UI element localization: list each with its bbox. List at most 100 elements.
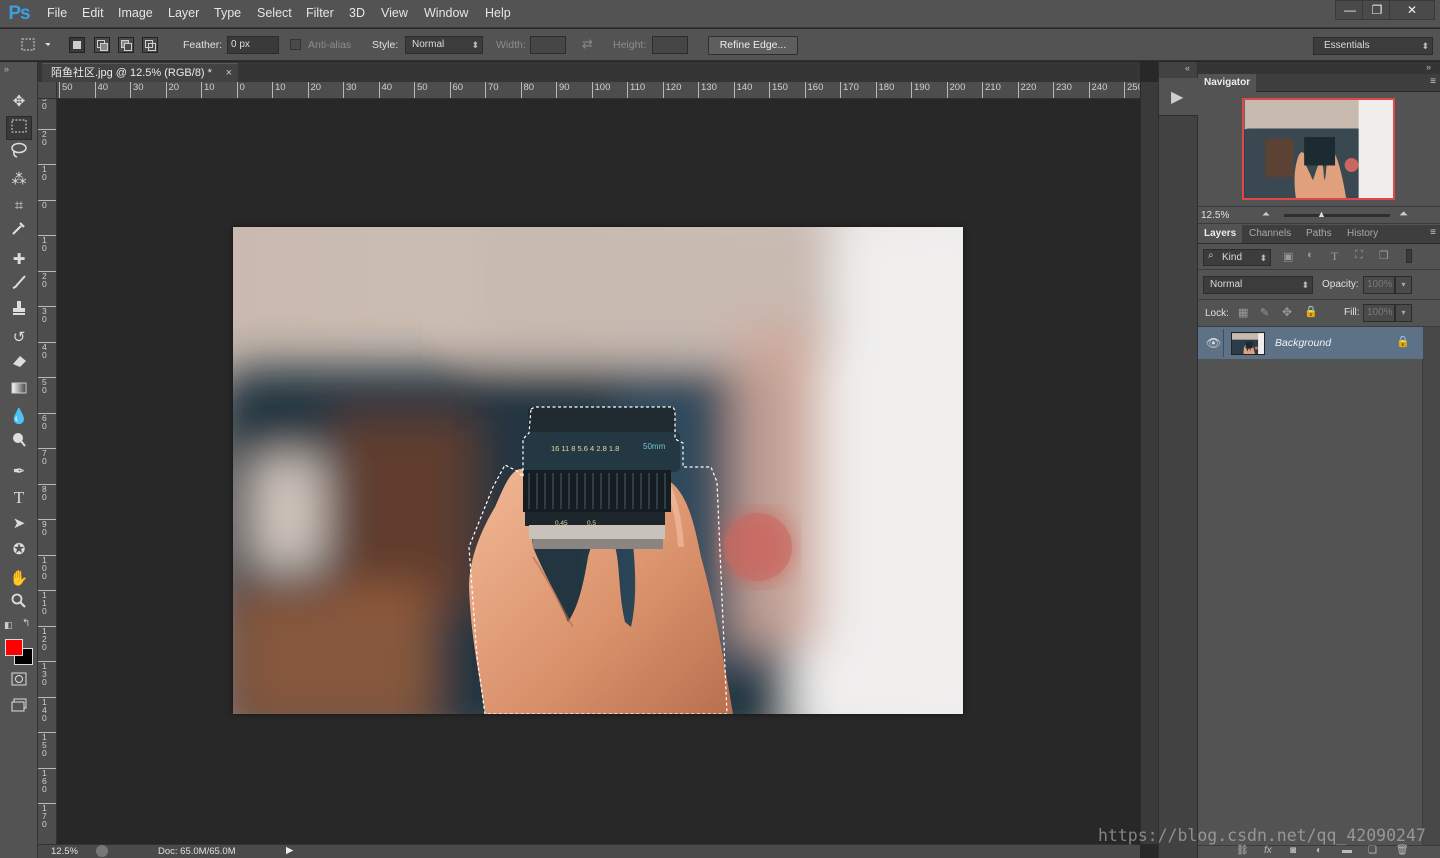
vertical-scrollbar[interactable]: [1140, 82, 1158, 844]
antialias-checkbox[interactable]: [290, 39, 301, 50]
tab-channels[interactable]: Channels: [1243, 225, 1297, 243]
rectangular-marquee-tool-icon[interactable]: [6, 116, 32, 140]
navigator-zoom-slider[interactable]: [1284, 214, 1390, 217]
intersect-selection-icon[interactable]: [142, 37, 158, 53]
history-brush-tool-icon[interactable]: ↺: [6, 326, 32, 350]
menu-select[interactable]: Select: [257, 6, 292, 20]
layer-name[interactable]: Background: [1275, 337, 1331, 349]
tab-paths[interactable]: Paths: [1300, 225, 1338, 243]
layers-menu-icon[interactable]: ≡: [1430, 227, 1436, 238]
height-input[interactable]: [652, 36, 688, 54]
clone-stamp-tool-icon[interactable]: [6, 300, 32, 324]
layer-row-background[interactable]: 👁 Background 🔒: [1198, 327, 1423, 359]
menu-edit[interactable]: Edit: [82, 6, 104, 20]
navigator-slider-handle[interactable]: ▲: [1317, 209, 1326, 219]
new-layer-icon[interactable]: ❏: [1368, 845, 1377, 856]
filter-shape-icon[interactable]: ⛶: [1355, 249, 1363, 262]
collapse-tools-icon[interactable]: »: [4, 64, 9, 74]
zoom-in-icon[interactable]: ⏶: [1399, 208, 1408, 221]
ruler-origin[interactable]: [38, 82, 57, 99]
zoom-level-field[interactable]: 12.5%: [51, 846, 78, 857]
close-document-icon[interactable]: ×: [226, 64, 232, 82]
filter-smart-object-icon[interactable]: ❐: [1379, 249, 1389, 262]
menu-type[interactable]: Type: [214, 6, 241, 20]
new-group-icon[interactable]: ▬: [1342, 845, 1352, 856]
gradient-tool-icon[interactable]: [6, 378, 32, 402]
healing-brush-tool-icon[interactable]: ✚: [6, 248, 32, 272]
tab-history[interactable]: History: [1341, 225, 1384, 243]
new-selection-icon[interactable]: [69, 37, 85, 53]
feather-input[interactable]: 0 px: [227, 36, 279, 54]
filter-toggle[interactable]: [1406, 249, 1412, 263]
workspace-select[interactable]: Essentials: [1313, 37, 1433, 55]
link-layers-icon[interactable]: ⛓: [1236, 845, 1249, 856]
blur-tool-icon[interactable]: 💧: [6, 405, 32, 429]
add-to-selection-icon[interactable]: [94, 37, 110, 53]
opacity-input[interactable]: 100%: [1363, 276, 1395, 294]
filter-type-icon[interactable]: T: [1331, 249, 1338, 264]
width-input[interactable]: [530, 36, 566, 54]
proof-icon[interactable]: [96, 845, 108, 857]
filter-adjustment-icon[interactable]: ◐: [1307, 249, 1314, 261]
eraser-tool-icon[interactable]: [6, 352, 32, 376]
zoom-tool-icon[interactable]: [6, 593, 32, 617]
lock-transparent-icon[interactable]: ▦: [1238, 306, 1248, 319]
style-select[interactable]: Normal: [405, 36, 483, 54]
lock-position-icon[interactable]: ✥: [1282, 305, 1292, 319]
menu-3d[interactable]: 3D: [349, 6, 365, 20]
close-window-button[interactable]: ✕: [1389, 0, 1435, 20]
screen-mode-icon[interactable]: [6, 696, 32, 720]
move-tool-icon[interactable]: ✥: [6, 90, 32, 114]
layers-scrollbar[interactable]: [1423, 327, 1440, 845]
menu-view[interactable]: View: [381, 6, 408, 20]
fill-input[interactable]: 100%: [1363, 304, 1395, 322]
swap-colors-icon[interactable]: ↰: [22, 618, 30, 629]
blend-mode-select[interactable]: Normal: [1203, 276, 1313, 294]
pen-tool-icon[interactable]: ✒: [6, 460, 32, 484]
menu-file[interactable]: File: [47, 6, 67, 20]
subtract-from-selection-icon[interactable]: [118, 37, 134, 53]
swap-dimensions-icon[interactable]: ⇄: [582, 36, 593, 52]
vertical-ruler[interactable]: 3020100102030405060708090100110120130140…: [38, 99, 57, 844]
hand-tool-icon[interactable]: ✋: [6, 567, 32, 591]
restore-button[interactable]: ❐: [1362, 0, 1392, 20]
delete-layer-icon[interactable]: 🗑: [1396, 845, 1409, 856]
visibility-eye-icon[interactable]: 👁: [1206, 336, 1221, 350]
brush-tool-icon[interactable]: [6, 274, 32, 298]
fill-dropdown-icon[interactable]: ▾: [1395, 304, 1412, 322]
custom-shape-tool-icon[interactable]: ✪: [6, 538, 32, 562]
navigator-thumbnail[interactable]: [1242, 98, 1395, 200]
lock-image-icon[interactable]: ✎: [1260, 306, 1269, 319]
dodge-tool-icon[interactable]: [6, 432, 32, 456]
minimize-button[interactable]: —: [1335, 0, 1365, 20]
foreground-color-swatch[interactable]: [5, 639, 23, 656]
add-mask-icon[interactable]: ◙: [1290, 845, 1296, 856]
magic-wand-tool-icon[interactable]: ⁂: [6, 168, 32, 192]
menu-image[interactable]: Image: [118, 6, 153, 20]
tab-navigator[interactable]: Navigator: [1198, 74, 1257, 92]
menu-layer[interactable]: Layer: [168, 6, 199, 20]
horizontal-ruler[interactable]: 50 40 30 20 10 0 10 20 30 40 50 60 70 80 90 100 110 120 13…: [57, 82, 1140, 99]
refine-edge-button[interactable]: Refine Edge...: [708, 36, 798, 55]
lasso-tool-icon[interactable]: [6, 142, 32, 166]
navigator-zoom-value[interactable]: 12.5%: [1201, 210, 1229, 221]
menu-window[interactable]: Window: [424, 6, 468, 20]
status-menu-arrow-icon[interactable]: ▶: [286, 845, 293, 856]
document-tab[interactable]: 陌鱼社区.jpg @ 12.5% (RGB/8) * ×: [42, 63, 238, 82]
path-selection-tool-icon[interactable]: ➤: [6, 512, 32, 536]
document-image[interactable]: 16 11 8 5.6 4 2.8 1.8 50mm 0.45 0.5: [233, 227, 963, 714]
new-adjustment-icon[interactable]: ◐: [1316, 845, 1322, 856]
type-tool-icon[interactable]: T: [6, 486, 32, 510]
menu-help[interactable]: Help: [485, 6, 511, 20]
lock-all-icon[interactable]: 🔒: [1304, 305, 1318, 318]
expand-dock-icon[interactable]: «: [1185, 63, 1190, 73]
zoom-out-icon[interactable]: ⏶: [1262, 209, 1270, 220]
actions-panel-button[interactable]: ▶: [1159, 78, 1199, 116]
menu-filter[interactable]: Filter: [306, 6, 334, 20]
quick-mask-icon[interactable]: [6, 670, 32, 694]
eyedropper-tool-icon[interactable]: [6, 220, 32, 244]
tab-layers[interactable]: Layers: [1198, 225, 1243, 243]
crop-tool-icon[interactable]: ⌗: [6, 194, 32, 218]
opacity-dropdown-icon[interactable]: ▾: [1395, 276, 1412, 294]
filter-pixel-icon[interactable]: ▣: [1283, 250, 1293, 263]
